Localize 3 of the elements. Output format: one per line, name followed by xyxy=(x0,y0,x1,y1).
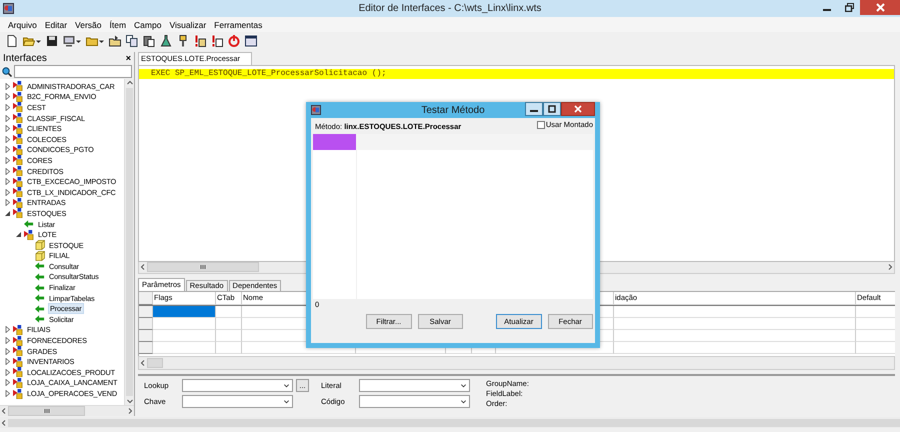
dialog-title: Testar Método xyxy=(421,104,485,116)
panel-title: Interfaces xyxy=(3,52,47,64)
window-title: Editor de Interfaces - C:\wts_Linx\linx.wts xyxy=(358,3,542,14)
